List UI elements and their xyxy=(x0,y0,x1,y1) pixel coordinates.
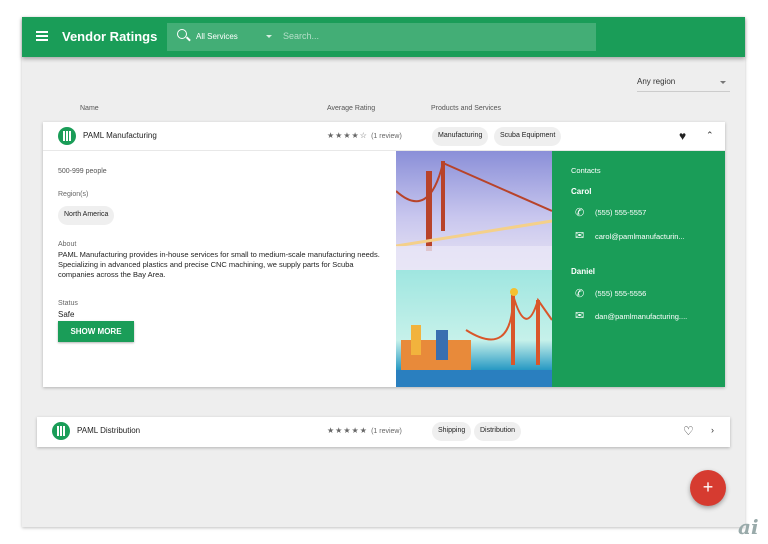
email-icon: ✉ xyxy=(575,310,585,322)
dropdown-arrow-icon xyxy=(720,81,726,87)
chevron-right-icon[interactable]: › xyxy=(711,425,714,435)
company-size: 500-999 people xyxy=(58,168,107,175)
email-icon: ✉ xyxy=(575,230,585,242)
tag-chip[interactable]: Scuba Equipment xyxy=(494,127,562,146)
regions-label: Region(s) xyxy=(58,191,89,198)
contact-email[interactable]: carol@pamlmanufacturin... xyxy=(595,232,685,241)
region-select[interactable]: Any region xyxy=(637,73,730,92)
search-icon xyxy=(177,29,187,39)
column-header-products: Products and Services xyxy=(431,105,502,112)
star-rating: ★★★★★ (1 review) xyxy=(327,426,402,435)
region-chip: North America xyxy=(58,206,115,225)
contacts-panel: Contacts Carol ✆ (555) 555-5557 ✉ carol@… xyxy=(552,151,725,387)
column-header-name[interactable]: Name xyxy=(80,105,99,112)
about-label: About xyxy=(58,241,77,248)
service-filter[interactable]: All Services xyxy=(196,32,238,41)
tag-chip[interactable]: Shipping xyxy=(432,422,472,441)
vendor-row[interactable]: PAML Manufacturing ★★★★☆ (1 review) Manu… xyxy=(43,122,725,151)
search-input[interactable]: Search... xyxy=(283,31,319,41)
vendor-name: PAML Distribution xyxy=(77,426,141,435)
chevron-up-icon[interactable]: ⌃ xyxy=(706,130,714,141)
search-bar: All Services Search... xyxy=(167,23,596,51)
phone-icon: ✆ xyxy=(575,288,585,300)
favorite-heart-outline-icon[interactable]: ♡ xyxy=(683,424,694,438)
show-more-button[interactable]: SHOW MORE xyxy=(58,321,134,342)
contact-name: Carol xyxy=(571,187,592,196)
contact-email[interactable]: dan@pamlmanufacturing.... xyxy=(595,312,687,321)
contacts-heading: Contacts xyxy=(571,166,601,175)
column-header-rating[interactable]: Average Rating xyxy=(327,105,375,112)
dropdown-arrow-icon[interactable] xyxy=(266,35,272,41)
vendor-card-expanded: PAML Manufacturing ★★★★☆ (1 review) Manu… xyxy=(43,122,725,387)
app-window: Vendor Ratings All Services Search... An… xyxy=(22,17,745,527)
stars: ★★★★☆ xyxy=(327,131,368,140)
star-rating: ★★★★☆ (1 review) xyxy=(327,131,402,140)
status-value: Safe xyxy=(58,310,75,319)
review-count: (1 review) xyxy=(371,428,402,435)
contact-name: Daniel xyxy=(571,267,596,276)
favorite-heart-filled-icon[interactable]: ♥ xyxy=(679,129,686,143)
add-vendor-button[interactable]: + xyxy=(690,470,726,506)
vendor-row[interactable]: PAML Distribution ★★★★★ (1 review) Shipp… xyxy=(37,417,730,446)
region-select-value: Any region xyxy=(637,77,676,86)
building-icon xyxy=(52,422,70,440)
phone-icon: ✆ xyxy=(575,207,585,219)
status-label: Status xyxy=(58,300,78,307)
about-text: PAML Manufacturing provides in-house ser… xyxy=(58,250,380,279)
san-francisco-illustration xyxy=(396,270,553,387)
tag-chip[interactable]: Manufacturing xyxy=(432,127,489,146)
watermark-logo: ai xyxy=(738,515,759,539)
stars: ★★★★★ xyxy=(327,426,368,435)
contact-phone[interactable]: (555) 555-5556 xyxy=(595,289,646,298)
vendor-name: PAML Manufacturing xyxy=(83,131,157,140)
app-title: Vendor Ratings xyxy=(62,29,158,44)
building-icon xyxy=(58,127,76,145)
menu-icon[interactable] xyxy=(36,31,48,41)
app-bar: Vendor Ratings All Services Search... xyxy=(22,17,745,57)
review-count: (1 review) xyxy=(371,133,402,140)
vendor-card[interactable]: PAML Distribution ★★★★★ (1 review) Shipp… xyxy=(37,417,730,447)
contact-phone[interactable]: (555) 555-5557 xyxy=(595,208,646,217)
golden-gate-photo xyxy=(395,151,553,270)
tag-chip[interactable]: Distribution xyxy=(474,422,522,441)
